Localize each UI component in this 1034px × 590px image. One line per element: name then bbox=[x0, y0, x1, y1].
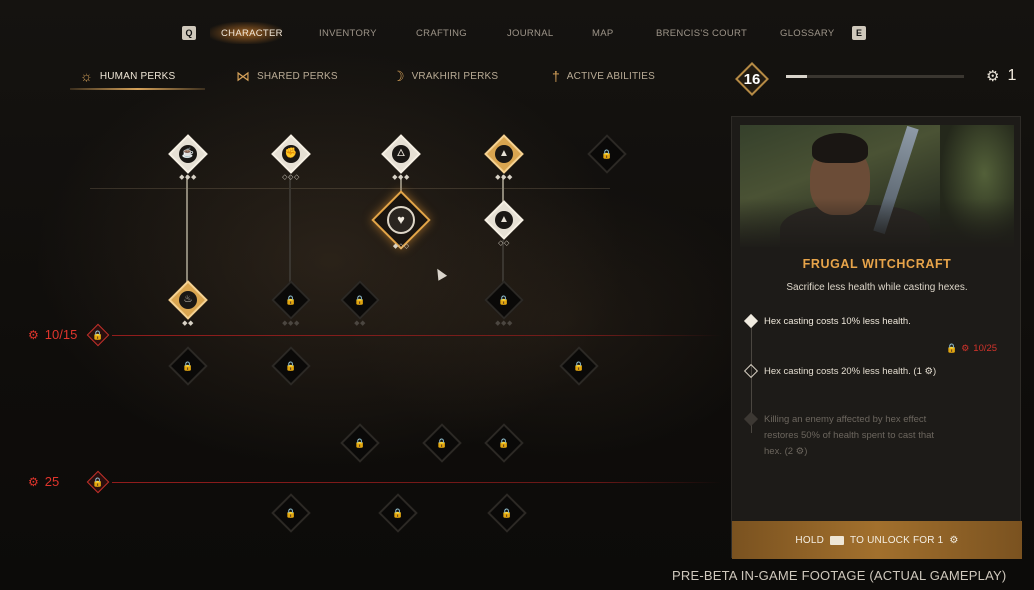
perk-point-icon: ⚙ bbox=[949, 534, 959, 546]
rank-pips: ◆◆◆ bbox=[495, 174, 513, 181]
footage-disclaimer: PRE-BETA IN-GAME FOOTAGE (ACTUAL GAMEPLA… bbox=[672, 568, 1007, 583]
rank-pips: ◆◆◆ bbox=[392, 174, 410, 181]
xp-progress-bar bbox=[786, 75, 964, 78]
lock-icon: 🔒 bbox=[498, 438, 510, 448]
tier-requirement-1: ⚙ 10/15 bbox=[28, 327, 77, 342]
lock-icon: 🔒 bbox=[573, 361, 585, 371]
perk-node-locked[interactable]: 🔒 bbox=[422, 423, 462, 463]
perk-point-icon: ⚙ bbox=[28, 327, 39, 342]
lock-icon: 🔒 bbox=[182, 361, 194, 371]
perk-node-locked[interactable]: 🔒 ◆◆ bbox=[340, 280, 380, 327]
perk-node-frugal-witchcraft-selected[interactable]: ♥ ◆◇◇ bbox=[371, 190, 431, 250]
rank-pips: ◆◆◆ bbox=[179, 174, 197, 181]
xp-progress-fill bbox=[786, 75, 808, 78]
perk-node-locked[interactable]: 🔒 ◆◆◆ bbox=[271, 280, 311, 327]
perk-node-mug[interactable]: ☕ ◆◆◆ bbox=[168, 134, 208, 181]
unlock-prompt[interactable]: HOLD TO UNLOCK FOR 1 ⚙ bbox=[732, 521, 1022, 559]
perk-points-value: 1 bbox=[1007, 67, 1017, 84]
perk-node-bowl[interactable]: ♨ ◆◆ bbox=[168, 280, 208, 327]
lock-icon: 🔒 bbox=[436, 438, 448, 448]
tier-requirement-value: 25 bbox=[44, 474, 60, 489]
keyboard-key-icon bbox=[830, 535, 845, 545]
connector-line bbox=[186, 175, 188, 285]
perk-node-triangle-2[interactable]: ▲ ◇◇ bbox=[484, 200, 524, 247]
lock-icon: 🔒 bbox=[86, 323, 110, 347]
unlock-cost-label: TO UNLOCK FOR 1 bbox=[850, 534, 944, 546]
lock-icon: 🔒 bbox=[601, 149, 613, 159]
fist-icon: ✊ bbox=[282, 145, 300, 163]
perk-node-flame[interactable]: 🜂 ◆◆◆ bbox=[381, 134, 421, 181]
heart-hex-icon: ♥ bbox=[387, 206, 415, 234]
perk-tree: ☕ ◆◆◆ ✊ ◇◇◇ 🜂 ◆◆◆ ▲ ◆◆◆ 🔒 ♥ ◆◇◇ ▲ ◇◇ ♨ ◆… bbox=[0, 0, 730, 590]
perk-rank-list: Hex casting costs 10% less health. Hex c… bbox=[743, 305, 1010, 465]
perk-node-fist[interactable]: ✊ ◇◇◇ bbox=[271, 134, 311, 181]
lock-icon: 🔒 bbox=[946, 343, 958, 353]
lock-glyph: 🔒 bbox=[92, 330, 104, 340]
lock-icon: 🔒 bbox=[392, 508, 404, 518]
perk-node-locked[interactable]: 🔒 bbox=[271, 346, 311, 386]
perk-point-icon: ⚙ bbox=[986, 68, 1000, 85]
tier-divider bbox=[90, 188, 610, 189]
perk-node-locked[interactable]: 🔒 bbox=[484, 423, 524, 463]
perk-node-locked[interactable]: 🔒 bbox=[271, 493, 311, 533]
perk-point-icon: ⚙ bbox=[961, 343, 970, 353]
rank-pips: ◇◇ bbox=[498, 240, 510, 247]
mouse-cursor bbox=[432, 266, 448, 281]
rank-2-text: Hex casting costs 20% less health. (1 ⚙) bbox=[764, 366, 937, 377]
lock-glyph: 🔒 bbox=[92, 477, 104, 487]
perk-node-locked[interactable]: 🔒 bbox=[168, 346, 208, 386]
nav-glossary[interactable]: GLOSSARY bbox=[780, 28, 835, 39]
rank-pips: ◆◆◆ bbox=[495, 320, 513, 327]
lock-icon: 🔒 bbox=[501, 508, 513, 518]
bowl-icon: ♨ bbox=[179, 291, 197, 309]
hollow-diamond-icon bbox=[743, 363, 759, 379]
perk-description: Sacrifice less health while casting hexe… bbox=[786, 282, 968, 293]
rank-pips: ◆◆◆ bbox=[282, 320, 300, 327]
perk-node-triangle[interactable]: ▲ ◆◆◆ bbox=[484, 134, 524, 181]
rank-pips: ◆◆ bbox=[182, 320, 194, 327]
lock-icon: 🔒 bbox=[285, 361, 297, 371]
lock-icon: 🔒 bbox=[498, 295, 510, 305]
tier-requirement-value: 10/15 bbox=[44, 327, 78, 342]
perk-node-locked[interactable]: 🔒 bbox=[340, 423, 380, 463]
perk-illustration bbox=[740, 125, 1014, 247]
lock-icon: 🔒 bbox=[354, 295, 366, 305]
perk-points: ⚙ 1 bbox=[986, 67, 1016, 85]
key-e-prompt[interactable]: E bbox=[852, 26, 866, 40]
lock-icon: 🔒 bbox=[285, 295, 297, 305]
lock-icon: 🔒 bbox=[354, 438, 366, 448]
tier-requirement-2: ⚙ 25 bbox=[28, 474, 59, 489]
triangle-icon: ▲ bbox=[495, 211, 513, 229]
filled-diamond-icon bbox=[743, 313, 759, 329]
lock-icon: 🔒 bbox=[86, 470, 110, 494]
rank-3-requirement-value: 10/25 bbox=[973, 343, 998, 354]
rank-1-text: Hex casting costs 10% less health. bbox=[764, 316, 911, 327]
perk-title: FRUGAL WITCHCRAFT bbox=[802, 257, 952, 271]
perk-node-locked[interactable]: 🔒 bbox=[559, 346, 599, 386]
rank-pips: ◆◆ bbox=[354, 320, 366, 327]
rank-3-text: Killing an enemy affected by hex effect … bbox=[764, 414, 935, 457]
perk-node-locked[interactable]: 🔒 ◆◆◆ bbox=[484, 280, 524, 327]
locked-diamond-icon bbox=[743, 411, 759, 427]
perk-node-locked[interactable]: 🔒 bbox=[587, 134, 627, 174]
character-level: 16 bbox=[735, 62, 769, 96]
flame-triangle-icon: 🜂 bbox=[392, 145, 410, 163]
rank-pips: ◆◇◇ bbox=[392, 243, 410, 250]
tier-lock-line bbox=[112, 335, 722, 336]
mug-icon: ☕ bbox=[179, 145, 197, 163]
perk-point-icon: ⚙ bbox=[28, 474, 39, 489]
lock-icon: 🔒 bbox=[285, 508, 297, 518]
triangle-icon: ▲ bbox=[495, 145, 513, 163]
connector-line bbox=[289, 175, 291, 285]
unlock-hold-label: HOLD bbox=[795, 534, 825, 546]
perk-detail-panel: FRUGAL WITCHCRAFT Sacrifice less health … bbox=[731, 116, 1022, 559]
rank-pips: ◇◇◇ bbox=[282, 174, 300, 181]
tier-lock-line bbox=[112, 482, 722, 483]
rank-3-requirement: 🔒 ⚙ 10/25 bbox=[946, 343, 997, 354]
perk-node-locked[interactable]: 🔒 bbox=[487, 493, 527, 533]
perk-node-locked[interactable]: 🔒 bbox=[378, 493, 418, 533]
level-number: 16 bbox=[743, 71, 761, 88]
